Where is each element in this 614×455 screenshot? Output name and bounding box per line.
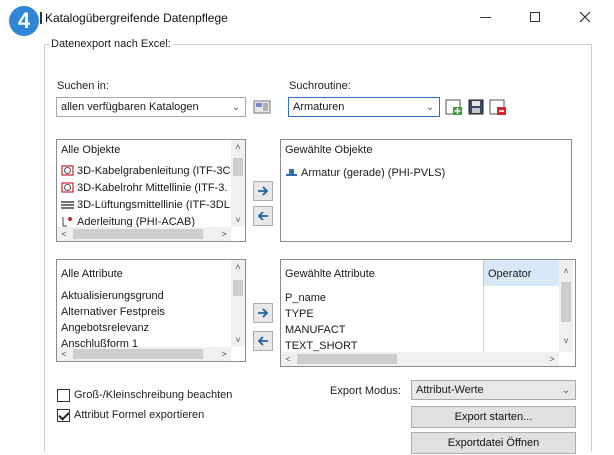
scroll-up-icon[interactable]: ˄ (231, 140, 245, 154)
step-number-badge: 4 (9, 6, 39, 36)
search-routine-label: Suchroutine: (289, 80, 351, 92)
table-row[interactable]: TYPE (285, 308, 314, 320)
minimize-button[interactable] (465, 4, 505, 30)
chevron-down-icon: ⌄ (425, 101, 435, 113)
catalog-settings-icon (253, 100, 271, 114)
list-item[interactable]: 3D-Kabelgrabenleitung (ITF-3C (61, 164, 230, 177)
all-attributes-list[interactable]: Alle Attribute Aktualisierungsgrund Alte… (56, 259, 246, 362)
add-attribute-button[interactable] (253, 303, 273, 323)
attribute-column-header[interactable]: Gewählte Attribute (281, 260, 483, 286)
remove-attribute-button[interactable] (253, 331, 273, 351)
list-item[interactable]: 3D-Lüftungsmittellinie (ITF-3DL (61, 198, 230, 211)
scroll-right-icon[interactable]: > (217, 227, 231, 241)
valve-icon (286, 169, 297, 176)
all-attributes-header: Alle Attribute (61, 268, 123, 280)
all-objects-vscrollbar[interactable]: ˄ ˅ (231, 140, 245, 227)
close-icon (579, 11, 591, 23)
scroll-thumb[interactable] (73, 349, 203, 359)
add-object-button[interactable] (253, 181, 273, 201)
maximize-icon (530, 12, 540, 22)
table-row[interactable]: P_name (285, 292, 326, 304)
scroll-thumb[interactable] (233, 280, 243, 296)
dialog-window: 4 Katalogübergreifende Datenpflege Daten… (0, 0, 614, 455)
app-icon (40, 12, 42, 24)
list-item[interactable]: 3D-Kabelrohr Mittellinie (ITF-3. (61, 181, 227, 194)
export-formula-label: Attribut Formel exportieren (74, 409, 205, 421)
save-icon (468, 99, 484, 115)
scroll-thumb[interactable] (561, 282, 571, 322)
search-routine-value: Armaturen (293, 101, 345, 113)
scroll-thumb[interactable] (73, 229, 203, 239)
cable-trench-icon (61, 165, 74, 176)
all-objects-list[interactable]: Alle Objekte 3D-Kabelgrabenleitung (ITF-… (56, 139, 246, 242)
all-attributes-vscrollbar[interactable]: ˄ ˅ (231, 260, 245, 347)
scroll-thumb[interactable] (233, 158, 243, 176)
start-export-button[interactable]: Export starten... (411, 406, 576, 428)
arrow-right-icon (258, 308, 269, 318)
search-in-dropdown[interactable]: allen verfügbaren Katalogen ⌄ (56, 97, 246, 117)
minimize-icon (479, 16, 491, 18)
scroll-down-icon[interactable]: ˅ (231, 333, 245, 347)
scroll-right-icon[interactable]: > (217, 347, 231, 361)
delete-routine-icon (489, 99, 506, 115)
attribute-column-label: Gewählte Attribute (285, 268, 375, 280)
scroll-up-icon[interactable]: ˄ (559, 264, 573, 278)
scroll-left-icon[interactable]: < (57, 227, 71, 241)
window-title: Katalogübergreifende Datenpflege (45, 11, 228, 25)
arrow-left-icon (257, 336, 268, 346)
selected-attributes-hscrollbar[interactable]: < > (281, 352, 559, 366)
remove-object-button[interactable] (253, 206, 273, 226)
scroll-left-icon[interactable]: < (281, 352, 295, 366)
ventilation-line-icon (61, 201, 74, 209)
all-attributes-hscrollbar[interactable]: < > (57, 347, 231, 361)
chevron-down-icon: ⌄ (231, 101, 241, 113)
delete-routine-button[interactable] (488, 97, 508, 117)
selected-objects-list[interactable]: Gewählte Objekte Armatur (gerade) (PHI-P… (280, 139, 572, 242)
scroll-up-icon[interactable]: ˄ (231, 260, 245, 274)
maximize-button[interactable] (515, 4, 555, 30)
open-export-file-button[interactable]: Exportdatei Öffnen (411, 432, 576, 454)
all-objects-header: Alle Objekte (61, 144, 121, 156)
close-button[interactable] (565, 4, 605, 30)
scroll-down-icon[interactable]: ˅ (231, 213, 245, 227)
selected-attributes-vscrollbar[interactable]: ˄ ˅ (559, 260, 573, 352)
new-routine-button[interactable] (444, 97, 464, 117)
all-objects-hscrollbar[interactable]: < > (57, 227, 231, 241)
scroll-down-icon[interactable]: ˅ (559, 334, 573, 348)
case-sensitive-label: Groß-/Kleinschreibung beachten (74, 389, 233, 401)
list-item[interactable]: Alternativer Festpreis (61, 306, 165, 318)
title-bar: 4 Katalogübergreifende Datenpflege (0, 0, 614, 38)
list-item[interactable]: Armatur (gerade) (PHI-PVLS) (285, 166, 445, 179)
table-row[interactable]: TEXT_SHORT (285, 340, 358, 352)
selected-attributes-grid[interactable]: Gewählte Attribute Operator P_name TYPE … (280, 259, 576, 367)
export-group-label: Datenexport nach Excel: (49, 38, 173, 50)
save-routine-button[interactable] (466, 97, 486, 117)
selected-objects-header: Gewählte Objekte (285, 144, 373, 156)
export-mode-label: Export Modus: (330, 385, 401, 397)
search-routine-dropdown[interactable]: Armaturen ⌄ (288, 97, 440, 117)
scroll-left-icon[interactable]: < (57, 347, 71, 361)
column-divider (483, 286, 484, 352)
cable-conduit-icon (61, 182, 74, 193)
catalog-settings-button[interactable] (252, 97, 272, 117)
list-item[interactable]: Aktualisierungsgrund (61, 290, 164, 302)
export-formula-checkbox[interactable] (57, 409, 70, 422)
search-in-value: allen verfügbaren Katalogen (61, 101, 199, 113)
table-row[interactable]: MANUFACT (285, 324, 346, 336)
operator-column-label: Operator (488, 268, 532, 280)
chevron-down-icon: ⌄ (561, 384, 571, 396)
operator-column-header[interactable]: Operator (483, 260, 559, 286)
export-mode-value: Attribut-Werte (416, 384, 484, 396)
export-mode-dropdown[interactable]: Attribut-Werte ⌄ (411, 380, 576, 400)
search-in-label: Suchen in: (57, 80, 109, 92)
scroll-right-icon[interactable]: > (545, 352, 559, 366)
new-routine-icon (445, 99, 462, 115)
arrow-right-icon (258, 186, 269, 196)
case-sensitive-checkbox[interactable] (57, 389, 70, 402)
list-item[interactable]: Angebotsrelevanz (61, 322, 149, 334)
scroll-thumb[interactable] (297, 354, 397, 364)
arrow-left-icon (257, 211, 268, 221)
